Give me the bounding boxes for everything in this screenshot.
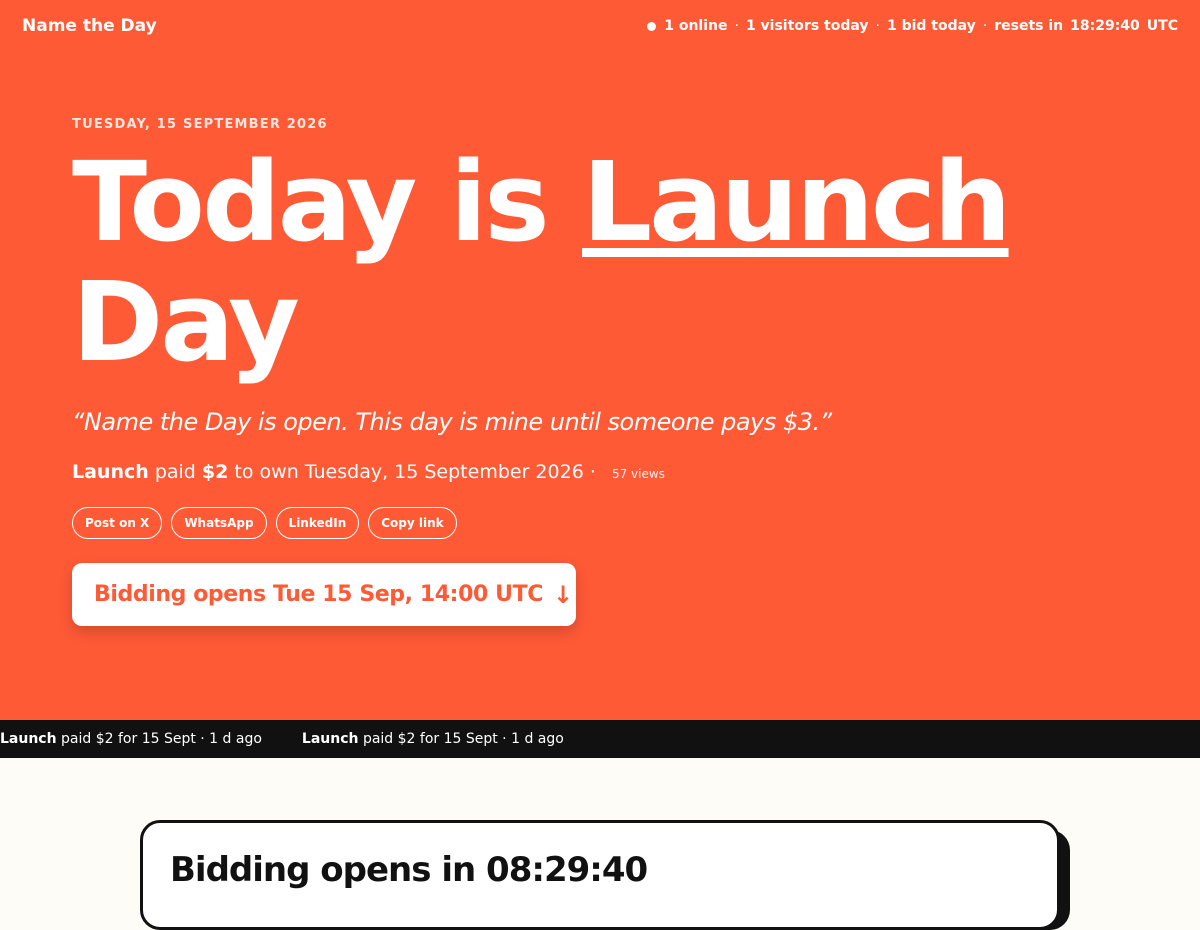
stats-separator: · xyxy=(734,18,739,34)
countdown-label: Bidding opens in xyxy=(170,850,476,890)
online-count: 1 online xyxy=(664,18,728,34)
brand-logo[interactable]: Name the Day xyxy=(22,16,157,36)
title-prefix: Today is xyxy=(72,138,550,266)
ticker-name: Launch xyxy=(301,731,359,747)
owner-quote: “Name the Day is open. This day is mine … xyxy=(72,408,832,436)
countdown-timer: 08:29:40 xyxy=(486,850,648,890)
view-count: 57 views xyxy=(611,467,665,481)
timezone-label: UTC xyxy=(1146,18,1178,34)
resets-label: resets in xyxy=(994,18,1064,34)
share-whatsapp-button[interactable]: WhatsApp xyxy=(171,507,267,539)
owner-name: Launch xyxy=(72,461,149,483)
paid-amount: $2 xyxy=(201,461,229,483)
arrow-down-icon: ↓ xyxy=(552,580,573,609)
share-x-button[interactable]: Post on X xyxy=(72,507,163,539)
ticker-item: Launch paid $2 for 15 Sept · 1 d ago xyxy=(302,731,564,747)
day-name-link[interactable]: Launch xyxy=(582,138,1011,266)
resets-timer: 18:29:40 xyxy=(1070,18,1140,34)
ticker-name: Launch xyxy=(0,731,57,747)
title-suffix: Day xyxy=(72,258,300,386)
visitors-count: 1 visitors today xyxy=(745,18,869,34)
online-dot-icon xyxy=(647,21,657,31)
site-stats: 1 online · 1 visitors today · 1 bid toda… xyxy=(647,18,1178,34)
bids-count: 1 bid today xyxy=(886,18,976,34)
bidding-opens-button[interactable]: Bidding opens Tue 15 Sep, 14:00 UTC ↓ xyxy=(72,563,576,626)
share-linkedin-button[interactable]: LinkedIn xyxy=(275,507,360,539)
countdown-title: Bidding opens in 08:29:40 xyxy=(170,850,648,890)
page-title: Today is Launch Day xyxy=(72,142,1152,382)
stats-separator: · xyxy=(875,18,880,34)
activity-ticker: Launch paid $2 for 15 Sept · 1 d ago Lau… xyxy=(0,720,1200,758)
ticker-text: paid $2 for 15 Sept · 1 d ago xyxy=(362,731,564,747)
copy-link-button[interactable]: Copy link xyxy=(368,507,457,539)
owner-separator: · xyxy=(589,461,596,483)
stats-separator: · xyxy=(982,18,988,34)
paid-text: paid xyxy=(154,461,196,483)
share-buttons: Post on X WhatsApp LinkedIn Copy link xyxy=(72,507,457,539)
ownership-line: Launch paid $2 to own Tuesday, 15 Septem… xyxy=(72,461,665,483)
bidding-opens-label: Bidding opens Tue 15 Sep, 14:00 UTC xyxy=(94,582,543,607)
ticker-text: paid $2 for 15 Sept · 1 d ago xyxy=(61,731,262,747)
hero-section: Name the Day 1 online · 1 visitors today… xyxy=(0,0,1200,720)
own-text: to own Tuesday, 15 September 2026 xyxy=(234,461,584,483)
current-date: Tuesday, 15 September 2026 xyxy=(72,117,328,132)
countdown-card: Bidding opens in 08:29:40 xyxy=(140,820,1060,930)
ticker-item: Launch paid $2 for 15 Sept · 1 d ago xyxy=(0,731,262,747)
